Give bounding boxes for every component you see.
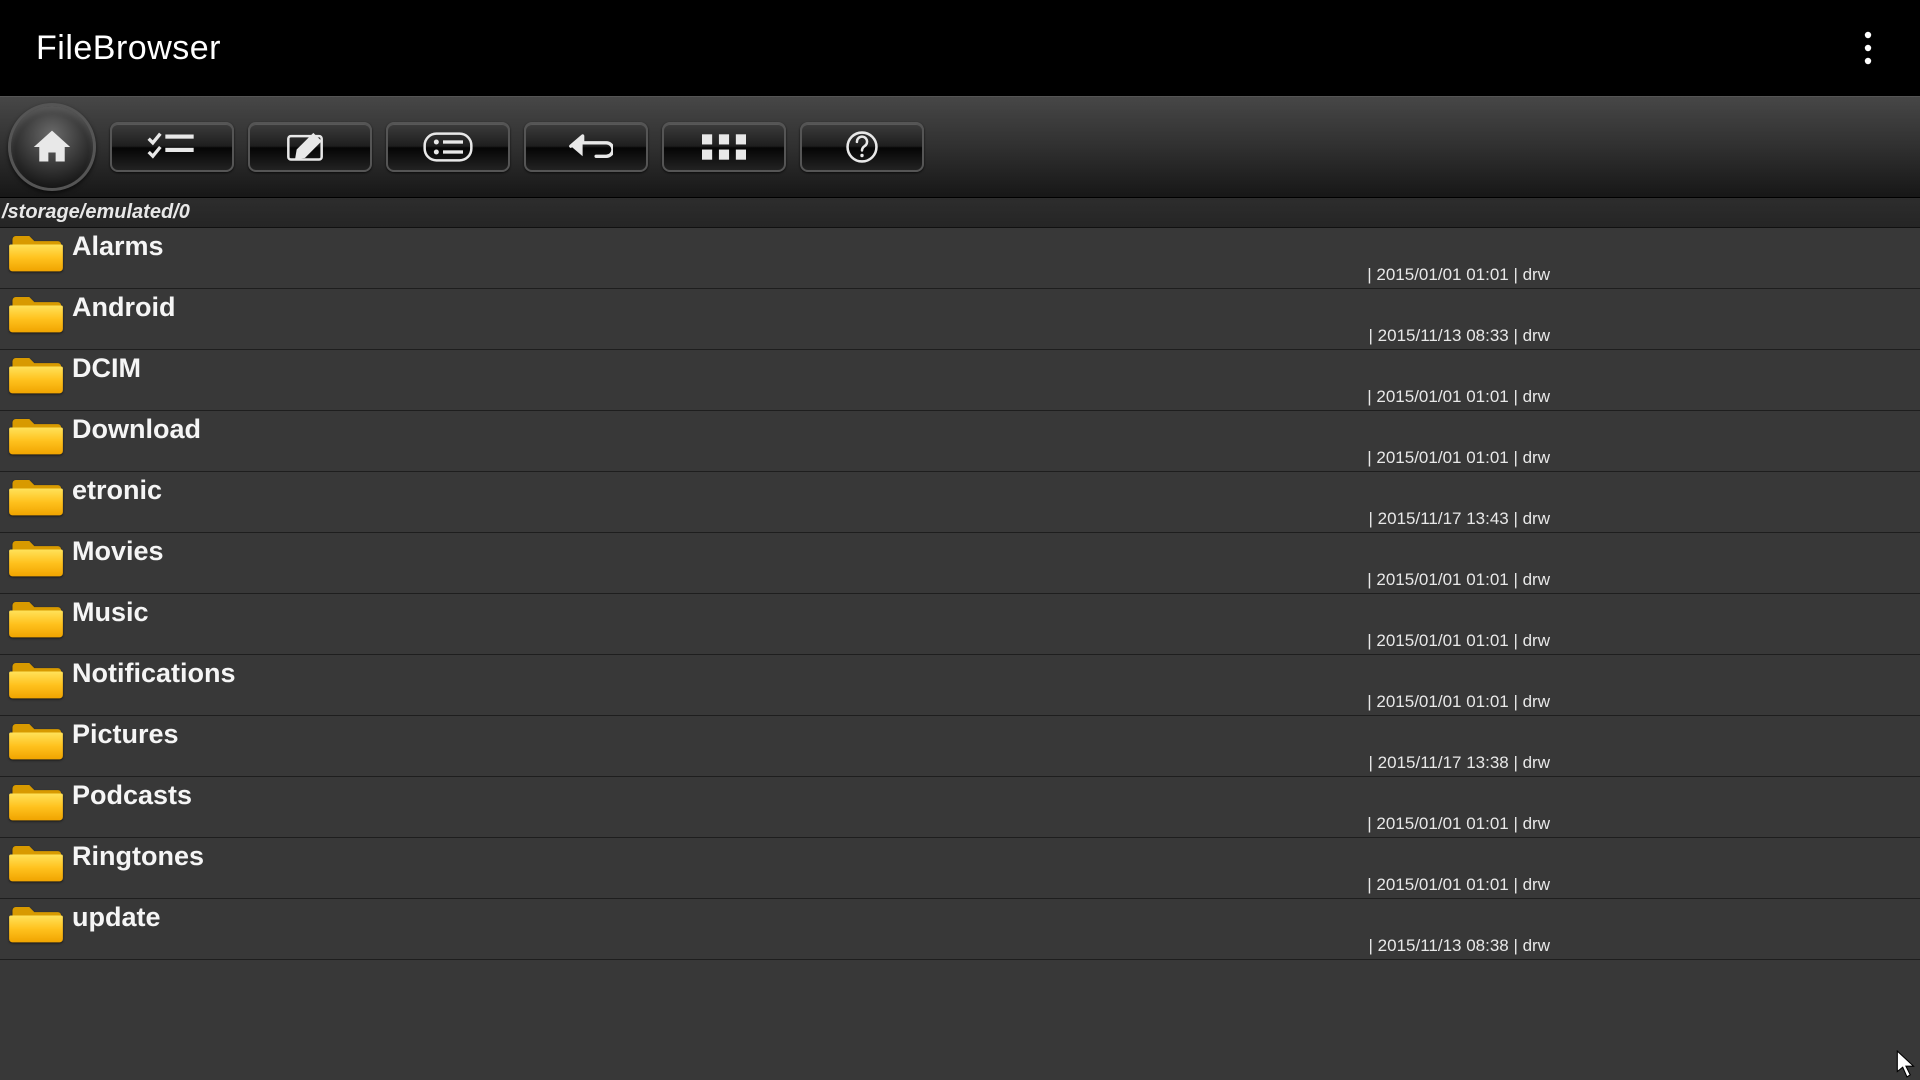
file-name: DCIM bbox=[72, 350, 141, 384]
cursor-icon bbox=[1896, 1050, 1918, 1078]
file-name: Music bbox=[72, 594, 149, 628]
folder-icon-wrap bbox=[0, 228, 72, 273]
home-button[interactable] bbox=[8, 103, 96, 191]
folder-icon-wrap bbox=[0, 838, 72, 883]
file-meta: | 2015/01/01 01:01 | drw bbox=[1367, 570, 1550, 590]
file-meta: | 2015/01/01 01:01 | drw bbox=[1367, 631, 1550, 651]
folder-icon bbox=[9, 658, 63, 700]
folder-icon bbox=[9, 231, 63, 273]
grid-view-button[interactable] bbox=[662, 122, 786, 172]
file-name: Ringtones bbox=[72, 838, 204, 872]
path-bar: /storage/emulated/0 bbox=[0, 198, 1920, 228]
folder-icon bbox=[9, 292, 63, 334]
title-bar: FileBrowser bbox=[0, 0, 1920, 96]
file-name: Movies bbox=[72, 533, 164, 567]
file-meta: | 2015/01/01 01:01 | drw bbox=[1367, 265, 1550, 285]
file-name: Pictures bbox=[72, 716, 179, 750]
folder-icon bbox=[9, 902, 63, 944]
list-item[interactable]: Alarms | 2015/01/01 01:01 | drw bbox=[0, 228, 1920, 289]
home-icon bbox=[30, 127, 74, 167]
help-icon bbox=[845, 130, 879, 164]
current-path: /storage/emulated/0 bbox=[2, 201, 190, 224]
folder-icon bbox=[9, 475, 63, 517]
folder-icon bbox=[9, 719, 63, 761]
folder-icon bbox=[9, 841, 63, 883]
folder-icon-wrap bbox=[0, 289, 72, 334]
folder-icon-wrap bbox=[0, 655, 72, 700]
multiselect-button[interactable] bbox=[110, 122, 234, 172]
folder-icon bbox=[9, 536, 63, 578]
folder-icon bbox=[9, 597, 63, 639]
list-item[interactable]: Movies | 2015/01/01 01:01 | drw bbox=[0, 533, 1920, 594]
file-name: Download bbox=[72, 411, 201, 445]
list-item[interactable]: Android | 2015/11/13 08:33 | drw bbox=[0, 289, 1920, 350]
list-item[interactable]: Pictures | 2015/11/17 13:38 | drw bbox=[0, 716, 1920, 777]
file-name: Podcasts bbox=[72, 777, 192, 811]
more-vert-icon bbox=[1864, 31, 1872, 65]
folder-icon-wrap bbox=[0, 533, 72, 578]
back-icon bbox=[559, 134, 613, 160]
file-meta: | 2015/11/13 08:33 | drw bbox=[1369, 326, 1550, 346]
file-meta: | 2015/01/01 01:01 | drw bbox=[1367, 692, 1550, 712]
list-view-button[interactable] bbox=[386, 122, 510, 172]
list-item[interactable]: etronic | 2015/11/17 13:43 | drw bbox=[0, 472, 1920, 533]
folder-icon-wrap bbox=[0, 411, 72, 456]
folder-icon-wrap bbox=[0, 716, 72, 761]
file-meta: | 2015/11/17 13:43 | drw bbox=[1369, 509, 1550, 529]
list-item[interactable]: Ringtones | 2015/01/01 01:01 | drw bbox=[0, 838, 1920, 899]
grid-icon bbox=[702, 134, 746, 160]
edit-button[interactable] bbox=[248, 122, 372, 172]
folder-icon-wrap bbox=[0, 594, 72, 639]
list-item[interactable]: DCIM | 2015/01/01 01:01 | drw bbox=[0, 350, 1920, 411]
folder-icon-wrap bbox=[0, 350, 72, 395]
overflow-menu-button[interactable] bbox=[1844, 24, 1892, 72]
file-name: Android bbox=[72, 289, 175, 323]
file-meta: | 2015/01/01 01:01 | drw bbox=[1367, 448, 1550, 468]
folder-icon bbox=[9, 353, 63, 395]
help-button[interactable] bbox=[800, 122, 924, 172]
file-meta: | 2015/01/01 01:01 | drw bbox=[1367, 875, 1550, 895]
checklist-icon bbox=[147, 132, 197, 162]
file-name: Alarms bbox=[72, 228, 164, 262]
app-title: FileBrowser bbox=[36, 29, 221, 68]
list-item[interactable]: Music | 2015/01/01 01:01 | drw bbox=[0, 594, 1920, 655]
file-name: update bbox=[72, 899, 161, 933]
list-icon bbox=[423, 132, 473, 162]
folder-icon-wrap bbox=[0, 472, 72, 517]
file-meta: | 2015/11/17 13:38 | drw bbox=[1369, 753, 1550, 773]
folder-icon-wrap bbox=[0, 899, 72, 944]
list-item[interactable]: Download | 2015/01/01 01:01 | drw bbox=[0, 411, 1920, 472]
edit-icon bbox=[285, 131, 335, 163]
file-meta: | 2015/11/13 08:38 | drw bbox=[1369, 936, 1550, 956]
file-meta: | 2015/01/01 01:01 | drw bbox=[1367, 387, 1550, 407]
list-item[interactable]: Notifications | 2015/01/01 01:01 | drw bbox=[0, 655, 1920, 716]
folder-icon bbox=[9, 780, 63, 822]
file-list: Alarms | 2015/01/01 01:01 | drw Android | 2… bbox=[0, 228, 1920, 960]
file-name: Notifications bbox=[72, 655, 236, 689]
toolbar bbox=[0, 96, 1920, 198]
file-meta: | 2015/01/01 01:01 | drw bbox=[1367, 814, 1550, 834]
folder-icon bbox=[9, 414, 63, 456]
folder-icon-wrap bbox=[0, 777, 72, 822]
file-name: etronic bbox=[72, 472, 162, 506]
back-button[interactable] bbox=[524, 122, 648, 172]
list-item[interactable]: Podcasts | 2015/01/01 01:01 | drw bbox=[0, 777, 1920, 838]
list-item[interactable]: update | 2015/11/13 08:38 | drw bbox=[0, 899, 1920, 960]
